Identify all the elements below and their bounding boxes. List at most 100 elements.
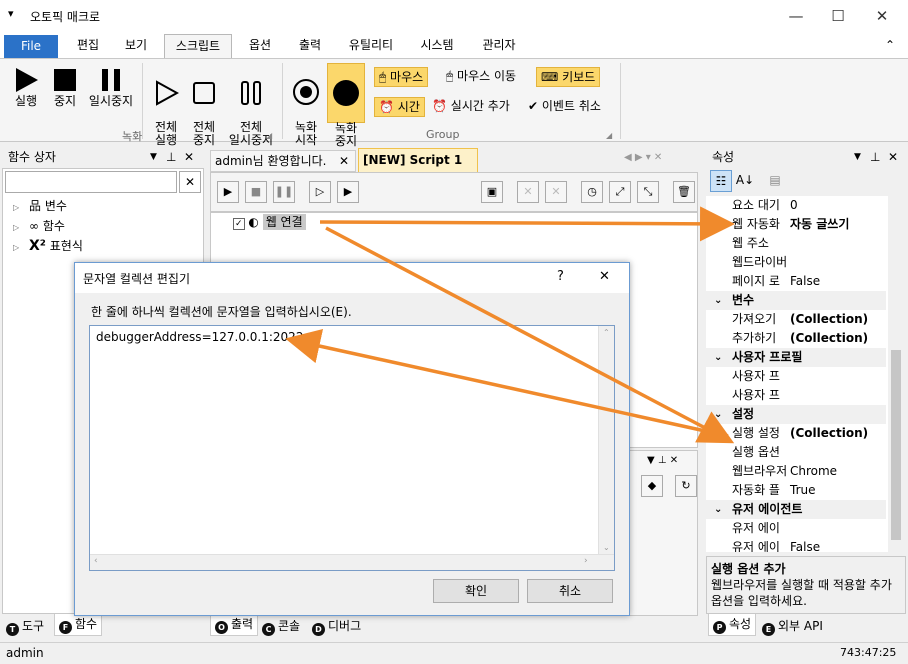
stop-button[interactable]: 중지 bbox=[48, 67, 82, 108]
stop-icon[interactable]: ■ bbox=[245, 181, 267, 203]
property-value[interactable]: False bbox=[790, 272, 820, 291]
property-row[interactable]: 실행 설정 (Collection) bbox=[706, 424, 876, 443]
tab-script-1[interactable]: [NEW] Script 1 bbox=[358, 148, 478, 172]
property-category[interactable]: ⌄ 변수 bbox=[706, 291, 886, 310]
property-row[interactable]: 웹드라이버 bbox=[706, 253, 876, 272]
play-icon[interactable]: ▶ bbox=[217, 181, 239, 203]
web-connect-node[interactable]: ✓ ◐ 웹 연결 bbox=[233, 213, 306, 233]
tab-scroll-icons[interactable]: ◀ ▶ ▾ ✕ bbox=[624, 152, 662, 163]
system-menu-icon[interactable]: ▾ bbox=[8, 7, 14, 20]
run-button[interactable]: 실행 bbox=[8, 67, 44, 108]
property-scrollbar[interactable] bbox=[888, 196, 904, 552]
tab-system[interactable]: 시스템 bbox=[410, 34, 464, 58]
tab-admin[interactable]: 관리자 bbox=[472, 34, 526, 58]
tab-file[interactable]: File bbox=[4, 35, 58, 59]
group-launcher-icon[interactable]: ◢ bbox=[266, 131, 272, 140]
tab-script[interactable]: 스크립트 bbox=[164, 34, 232, 58]
property-row[interactable]: 가져오기 (Collection) bbox=[706, 310, 876, 329]
scroll-up-icon[interactable]: ⌃ bbox=[603, 328, 610, 337]
cancel-button[interactable]: 취소 bbox=[527, 579, 613, 603]
property-category[interactable]: ⌄ 설정 bbox=[706, 405, 886, 424]
property-value[interactable]: True bbox=[790, 481, 816, 500]
minimize-button[interactable]: — bbox=[776, 4, 816, 28]
property-value[interactable]: (Collection) bbox=[790, 329, 868, 348]
dropdown-icon[interactable]: ▼ bbox=[150, 146, 157, 168]
scrollbar-thumb[interactable] bbox=[891, 350, 901, 540]
maximize-button[interactable]: ☐ bbox=[818, 4, 858, 28]
clock-icon[interactable]: ◷ bbox=[581, 181, 603, 203]
checkbox-icon[interactable]: ✓ bbox=[233, 218, 245, 230]
scroll-down-icon[interactable]: ⌄ bbox=[603, 543, 610, 552]
x-box-icon[interactable]: ✕ bbox=[545, 181, 567, 203]
x-box-icon[interactable]: ✕ bbox=[517, 181, 539, 203]
pin-icon[interactable]: ⊥ bbox=[166, 146, 176, 168]
tab-options[interactable]: 옵션 bbox=[238, 34, 282, 58]
scroll-left-icon[interactable]: ‹ bbox=[94, 556, 98, 566]
tab-output[interactable]: O 출력 bbox=[210, 614, 259, 636]
refresh-icon[interactable]: ↻ bbox=[675, 475, 697, 497]
property-row[interactable]: 유저 에이 False bbox=[706, 538, 876, 552]
property-pages-icon[interactable]: ▤ bbox=[764, 170, 786, 192]
pin-icon[interactable]: ⊥ bbox=[870, 146, 880, 168]
mouse-toggle[interactable]: 🖱 마우스 bbox=[374, 67, 429, 87]
keyboard-toggle[interactable]: ⌨ 키보드 bbox=[536, 67, 601, 87]
tab-welcome[interactable]: admin님 환영합니다. ✕ bbox=[210, 150, 356, 172]
vertical-scrollbar[interactable]: ⌃ ⌄ bbox=[598, 326, 614, 554]
mouse-move-toggle[interactable]: 🖱 마우스 이동 bbox=[442, 67, 520, 87]
tab-console[interactable]: C 콘솔 bbox=[262, 616, 300, 638]
close-icon[interactable]: ✕ bbox=[888, 146, 898, 168]
property-category[interactable]: ⌄ 사용자 프로필 bbox=[706, 348, 886, 367]
tab-view[interactable]: 보기 bbox=[114, 34, 158, 58]
horizontal-scrollbar[interactable]: ‹ › bbox=[90, 554, 614, 570]
tab-properties[interactable]: P 속성 bbox=[708, 614, 757, 636]
run-all-button[interactable]: 전체 실행 bbox=[148, 67, 184, 147]
property-row[interactable]: 자동화 플 True bbox=[706, 481, 876, 500]
property-row[interactable]: 웹 자동화 자동 글쓰기 bbox=[706, 215, 876, 234]
collapse-ribbon-icon[interactable]: ⌃ bbox=[880, 34, 900, 58]
chevron-down-icon[interactable]: ⌄ bbox=[714, 500, 722, 519]
step-icon[interactable]: ▷ bbox=[309, 181, 331, 203]
property-row[interactable]: 실행 옵션 bbox=[706, 443, 876, 462]
stop-all-button[interactable]: 전체 중지 bbox=[186, 67, 222, 147]
help-button[interactable]: ? bbox=[557, 269, 564, 284]
realtime-add-toggle[interactable]: ⏰ 실시간 추가 bbox=[428, 97, 514, 117]
chevron-down-icon[interactable]: ⌄ bbox=[714, 405, 722, 424]
tab-output[interactable]: 출력 bbox=[288, 34, 332, 58]
panel-controls[interactable]: ▼ ⊥ ✕ bbox=[647, 455, 678, 466]
property-value[interactable]: (Collection) bbox=[790, 424, 868, 443]
tab-external-api[interactable]: E 외부 API bbox=[762, 616, 823, 638]
close-icon[interactable]: ✕ bbox=[339, 151, 349, 171]
tree-item-expression[interactable]: ▷ X² 표현식 bbox=[13, 237, 83, 254]
property-value[interactable]: 0 bbox=[790, 196, 798, 215]
close-icon[interactable]: ✕ bbox=[184, 146, 194, 168]
expand-icon[interactable]: ⤢ bbox=[609, 181, 631, 203]
property-value[interactable]: (Collection) bbox=[790, 310, 868, 329]
property-row[interactable]: 사용자 프 bbox=[706, 367, 876, 386]
record-start-button[interactable]: 녹화 시작 bbox=[288, 65, 324, 147]
group-launcher-icon[interactable]: ◢ bbox=[606, 131, 612, 140]
tab-tools[interactable]: T 도구 bbox=[6, 616, 44, 638]
property-row[interactable]: 웹브라우저 Chrome bbox=[706, 462, 876, 481]
categorized-icon[interactable]: ☷ bbox=[710, 170, 732, 192]
property-value[interactable]: Chrome bbox=[790, 462, 837, 481]
dropdown-icon[interactable]: ▼ bbox=[854, 146, 861, 168]
property-row[interactable]: 사용자 프 bbox=[706, 386, 876, 405]
collection-textarea[interactable]: debuggerAddress=127.0.0.1:2022 ⌃ ⌄ ‹ › bbox=[89, 325, 615, 571]
property-row[interactable]: 유저 에이 bbox=[706, 519, 876, 538]
tab-debug[interactable]: D 디버그 bbox=[312, 616, 361, 638]
property-value[interactable]: False bbox=[790, 538, 820, 552]
property-row[interactable]: 추가하기 (Collection) bbox=[706, 329, 876, 348]
property-value[interactable]: 자동 글쓰기 bbox=[790, 215, 849, 234]
search-clear-button[interactable]: ✕ bbox=[179, 171, 201, 193]
close-button[interactable]: ✕ bbox=[862, 4, 902, 28]
dialog-close-button[interactable]: ✕ bbox=[599, 269, 610, 284]
tab-functions[interactable]: F 함수 bbox=[54, 614, 103, 636]
property-row[interactable]: 페이지 로 False bbox=[706, 272, 876, 291]
chevron-down-icon[interactable]: ⌄ bbox=[714, 348, 722, 367]
function-search-input[interactable] bbox=[5, 171, 177, 193]
tab-utility[interactable]: 유틸리티 bbox=[338, 34, 404, 58]
alphabetical-icon[interactable]: A↓ bbox=[734, 170, 756, 192]
image-icon[interactable]: ▣ bbox=[481, 181, 503, 203]
step-over-icon[interactable]: ▶ bbox=[337, 181, 359, 203]
paint-bucket-icon[interactable]: ◆ bbox=[641, 475, 663, 497]
